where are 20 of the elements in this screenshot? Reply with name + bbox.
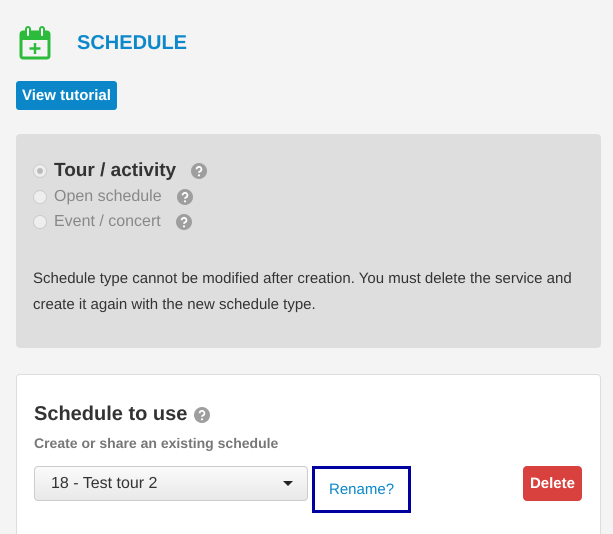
page-title: SCHEDULE	[77, 32, 188, 54]
section-subtitle: Create or share an existing schedule	[34, 435, 280, 451]
schedule-select[interactable]: 18 - Test tour 2	[34, 466, 308, 501]
help-icon[interactable]	[176, 188, 193, 204]
radio-label: Tour / activity	[54, 160, 176, 182]
schedule-type-note: Schedule type cannot be modified after creation. You must delete the service and create it again with the new schedule type.	[33, 269, 573, 315]
view-tutorial-button[interactable]: View tutorial	[16, 81, 117, 110]
help-icon[interactable]	[194, 406, 210, 422]
help-icon[interactable]	[191, 163, 208, 179]
radio-label: Open schedule	[54, 188, 162, 206]
calendar-plus-icon	[19, 26, 51, 60]
help-icon[interactable]	[176, 214, 192, 230]
radio-button[interactable]	[33, 190, 47, 204]
caret-icon	[283, 481, 293, 486]
delete-button[interactable]: Delete	[522, 466, 582, 501]
rename-link[interactable]: Rename?	[312, 466, 412, 513]
radio-button[interactable]	[33, 164, 47, 178]
radio-button[interactable]	[33, 214, 47, 228]
section-title: Schedule to use	[34, 403, 188, 426]
radio-label: Event / concert	[54, 212, 161, 230]
